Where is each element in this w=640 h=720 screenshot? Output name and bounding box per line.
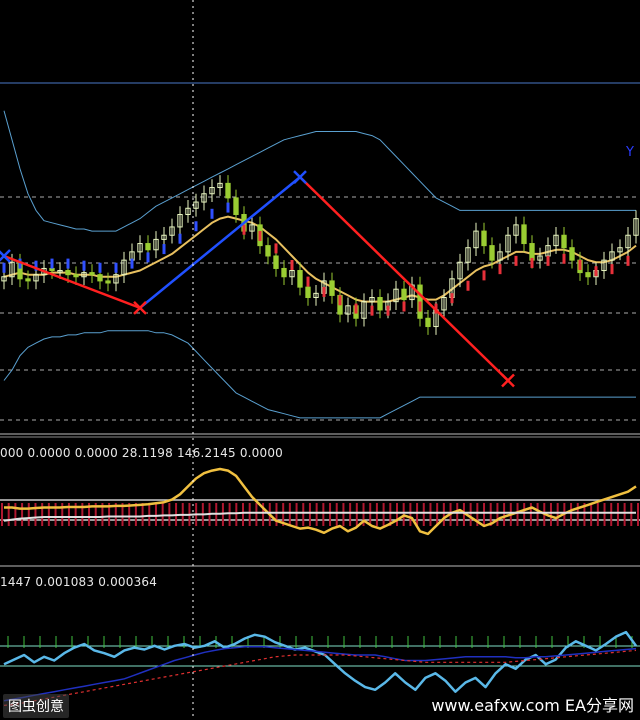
trend-marker-44	[354, 303, 358, 314]
trend-marker-74	[594, 266, 598, 277]
candle-body-18	[145, 243, 151, 251]
candle-body-73	[585, 272, 591, 278]
candle-body-34	[273, 255, 279, 269]
trend-marker-6	[50, 258, 54, 269]
candle-body-3	[25, 278, 31, 282]
trend-marker-8	[66, 258, 70, 269]
trend-marker-64	[514, 255, 518, 266]
trend-marker-66	[530, 257, 534, 268]
trend-marker-42	[338, 295, 342, 306]
candle-body-12	[97, 274, 103, 282]
candle-body-9	[73, 274, 79, 278]
trend-marker-58	[466, 280, 470, 291]
trend-marker-62	[498, 264, 502, 275]
trend-marker-30	[242, 224, 246, 235]
trend-marker-50	[402, 301, 406, 312]
candle-body-71	[569, 247, 575, 261]
trend-marker-36	[290, 260, 294, 270]
trend-marker-56	[450, 293, 454, 304]
trend-marker-78	[626, 255, 630, 266]
candle-body-37	[297, 270, 303, 288]
watermark-eafxw: www.eafxw.com EA分享网	[431, 696, 634, 715]
trend-marker-20	[162, 244, 166, 255]
trend-marker-48	[386, 305, 390, 316]
main-price-panel	[0, 82, 640, 421]
series-label-top-right: Y	[626, 145, 634, 160]
trend-marker-26	[210, 208, 214, 219]
candle-body-60	[481, 230, 487, 247]
candle-body-41	[329, 280, 335, 296]
chart-svg	[0, 0, 640, 720]
trend-marker-24	[194, 221, 198, 232]
indicator2-values-readout: 1447 0.001083 0.000364	[0, 575, 158, 589]
series-moving-average	[3, 215, 637, 303]
trend-marker-40	[322, 286, 326, 297]
watermark-tuchong: 图虫创意	[3, 694, 69, 718]
zigzag-segment-0	[3, 254, 141, 310]
indicator1-values-readout: 000 0.0000 0.0000 28.1198 146.2145 0.000…	[0, 446, 284, 460]
ind1-series-oscillator-yellow	[4, 467, 637, 536]
trend-marker-32	[258, 230, 262, 241]
trend-marker-60	[482, 270, 486, 281]
trend-marker-28	[226, 202, 230, 213]
zigzag-segment-2	[299, 176, 509, 382]
trend-marker-22	[178, 233, 182, 244]
candle-body-11	[89, 272, 95, 276]
candle-body-47	[377, 297, 383, 311]
trend-marker-46	[370, 305, 374, 316]
series-bollinger-lower	[3, 330, 636, 419]
candle-body-6	[49, 267, 55, 272]
trend-marker-34	[274, 243, 278, 254]
trend-marker-72	[578, 260, 582, 270]
candle-body-70	[561, 234, 567, 249]
candle-body-29	[233, 197, 239, 215]
trend-marker-0	[2, 262, 6, 273]
trend-marker-18	[146, 252, 150, 263]
candle-body-13	[105, 280, 111, 284]
trend-marker-68	[546, 255, 550, 266]
candle-body-50	[401, 288, 407, 301]
trend-marker-38	[306, 276, 310, 287]
trend-marker-52	[418, 301, 422, 312]
candle-body-66	[529, 243, 535, 261]
candle-body-65	[521, 224, 527, 245]
indicator1-panel	[0, 467, 640, 536]
trend-marker-70	[562, 253, 566, 264]
trend-marker-76	[610, 264, 614, 275]
candle-body-53	[425, 317, 431, 328]
trend-marker-12	[98, 262, 102, 273]
trend-marker-16	[130, 258, 134, 269]
candle-body-61	[489, 245, 495, 261]
candle-body-33	[265, 245, 271, 257]
trend-marker-14	[114, 262, 118, 273]
trend-marker-10	[82, 260, 86, 271]
candle-body-35	[281, 267, 287, 278]
candle-body-38	[305, 286, 311, 298]
candle-body-8	[65, 270, 71, 276]
series-bollinger-upper	[3, 110, 636, 232]
candle-body-28	[225, 182, 231, 199]
